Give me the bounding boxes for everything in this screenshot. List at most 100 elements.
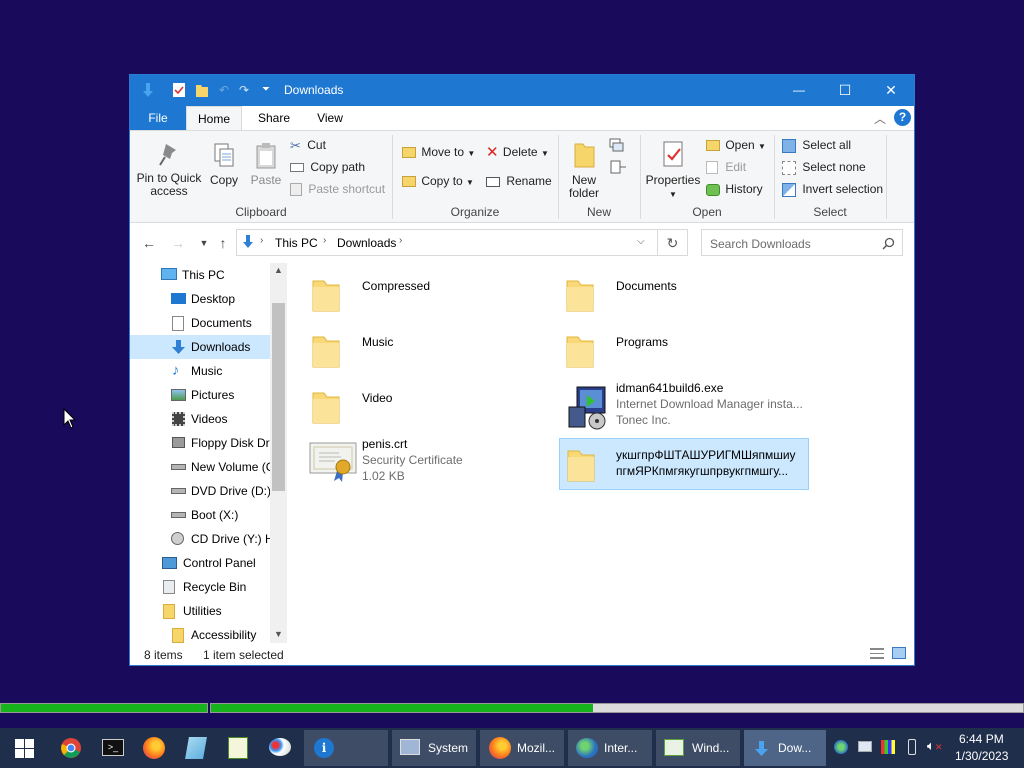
paint-pinned[interactable]	[260, 728, 300, 768]
file-item-folder[interactable]: Music	[307, 325, 547, 377]
close-button[interactable]: ✕	[868, 75, 914, 106]
maximize-button[interactable]: ☐	[822, 75, 868, 106]
easy-access-button[interactable]	[608, 159, 630, 177]
copy-to-button[interactable]: Copy to ▼	[402, 171, 474, 191]
tab-share[interactable]: Share	[244, 106, 304, 130]
file-item-certificate[interactable]: penis.crt Security Certificate 1.02 KB	[307, 437, 547, 491]
nav-videos[interactable]: Videos	[130, 407, 270, 431]
pin-quick-access-button[interactable]: Pin to Quick access	[136, 141, 202, 198]
title-bar[interactable]: ↶ ↷ ⏷ Downloads — ☐ ✕	[130, 75, 914, 106]
nav-boot[interactable]: Boot (X:)	[130, 503, 270, 527]
copy-path-button[interactable]: Copy path	[290, 157, 365, 177]
search-box[interactable]: Search Downloads	[701, 229, 903, 256]
taskbar-app-system[interactable]: System	[392, 730, 476, 766]
taskbar-app-firefox[interactable]: Mozil...	[480, 730, 564, 766]
forward-button[interactable]: →	[168, 233, 188, 253]
back-button[interactable]: ←	[139, 233, 159, 253]
properties-icon[interactable]	[171, 82, 187, 98]
paste-shortcut-button[interactable]: Paste shortcut	[290, 179, 385, 199]
address-bar[interactable]: › This PC › Downloads › ⌵	[236, 229, 658, 256]
copy-to-icon	[402, 176, 416, 188]
nav-new-volume[interactable]: New Volume (C	[130, 455, 270, 479]
clock-time[interactable]: 6:44 PM	[959, 732, 1004, 746]
clock-date[interactable]: 1/30/2023	[955, 749, 1008, 763]
nav-label: Desktop	[191, 292, 236, 306]
nav-accessibility[interactable]: Accessibility	[130, 623, 270, 643]
usb-tray-icon[interactable]	[908, 739, 916, 755]
nav-dvd-drive[interactable]: DVD Drive (D:)	[130, 479, 270, 503]
move-to-button[interactable]: Move to ▼	[402, 142, 475, 162]
network-tray-icon[interactable]	[834, 740, 848, 754]
file-item-folder[interactable]: Documents	[561, 269, 801, 321]
collapse-ribbon-icon[interactable]: ︿	[874, 110, 886, 127]
taskbar-app-downloads[interactable]: Dow...	[744, 730, 826, 766]
nav-recycle-bin[interactable]: Recycle Bin	[130, 575, 270, 599]
new-folder-icon[interactable]	[194, 82, 210, 98]
nav-this-pc[interactable]: This PC	[130, 263, 270, 287]
up-button[interactable]: ↑	[213, 233, 233, 253]
file-item-exe[interactable]: idman641build6.exe Internet Download Man…	[561, 381, 811, 435]
cut-button[interactable]: ✂ Cut	[290, 135, 326, 155]
navigation-scrollbar[interactable]: ▲ ▼	[270, 263, 287, 643]
volume-muted-icon[interactable]: 🔈︎✕	[927, 738, 942, 754]
editor-pinned[interactable]	[218, 728, 258, 768]
invert-selection-button[interactable]: Invert selection	[782, 179, 883, 199]
details-view-icon[interactable]	[870, 648, 884, 659]
properties-button[interactable]: Properties ▼	[644, 139, 702, 201]
select-all-button[interactable]: Select all	[782, 135, 851, 155]
scroll-up-icon[interactable]: ▲	[274, 265, 283, 275]
nav-floppy-disk[interactable]: Floppy Disk Dri	[130, 431, 270, 455]
taskbar-app-windows[interactable]: Wind...	[656, 730, 740, 766]
taskbar-app-idm[interactable]: Inter...	[568, 730, 652, 766]
customize-toolbar-icon[interactable]: ⏷	[258, 82, 274, 98]
tab-view[interactable]: View	[304, 106, 356, 130]
breadcrumb-this-pc[interactable]: This PC	[275, 236, 318, 250]
large-icons-view-icon[interactable]	[892, 647, 906, 659]
rename-button[interactable]: Rename	[486, 171, 552, 191]
history-button[interactable]: History	[706, 179, 763, 199]
start-button[interactable]	[0, 728, 48, 768]
file-item-folder[interactable]: Video	[307, 381, 547, 433]
tab-file[interactable]: File	[130, 106, 186, 130]
mouse-cursor	[63, 408, 77, 429]
edit-button[interactable]: Edit	[706, 157, 746, 177]
select-none-button[interactable]: Select none	[782, 157, 866, 177]
undo-icon[interactable]: ↶	[216, 82, 232, 98]
scroll-down-icon[interactable]: ▼	[274, 629, 283, 639]
paste-button[interactable]: Paste	[246, 141, 286, 187]
display-tray-icon[interactable]	[858, 741, 872, 752]
firefox-pinned[interactable]	[134, 728, 174, 768]
idm-icon	[576, 738, 598, 758]
delete-button[interactable]: ✕ Delete ▼	[486, 142, 549, 162]
nav-cd-drive[interactable]: CD Drive (Y:) H	[130, 527, 270, 551]
file-item-folder[interactable]: Programs	[561, 325, 801, 377]
nav-utilities[interactable]: Utilities	[130, 599, 270, 623]
new-item-button[interactable]	[608, 137, 630, 155]
nav-downloads[interactable]: Downloads	[130, 335, 270, 359]
scrollbar-thumb[interactable]	[272, 303, 285, 491]
tab-home[interactable]: Home	[186, 106, 242, 130]
download-arrow-icon	[243, 235, 253, 248]
nav-music[interactable]: ♪ Music	[130, 359, 270, 383]
redo-icon[interactable]: ↷	[236, 82, 252, 98]
terminal-pinned[interactable]: >_	[92, 728, 132, 768]
open-button[interactable]: Open ▼	[706, 135, 766, 155]
recent-locations-button[interactable]: ▼	[194, 233, 214, 253]
nav-pictures[interactable]: Pictures	[130, 383, 270, 407]
chrome-pinned[interactable]	[52, 728, 90, 768]
nav-desktop[interactable]: Desktop	[130, 287, 270, 311]
refresh-button[interactable]: ↻	[658, 229, 688, 256]
help-icon[interactable]: ?	[894, 109, 911, 126]
taskbar-app-info[interactable]: i	[304, 730, 388, 766]
new-folder-button[interactable]: New folder	[562, 139, 606, 200]
file-item-folder-selected[interactable]: укшгпрФШТАШУРИГМШяпмшиу пгмЯРКпмгякугшпр…	[559, 438, 809, 490]
nav-control-panel[interactable]: Control Panel	[130, 551, 270, 575]
breadcrumb-downloads[interactable]: Downloads	[337, 236, 396, 250]
copy-button[interactable]: Copy	[204, 141, 244, 187]
minimize-button[interactable]: —	[776, 75, 822, 106]
nav-documents[interactable]: Documents	[130, 311, 270, 335]
color-tray-icon[interactable]	[881, 740, 895, 754]
file-item-folder[interactable]: Compressed	[307, 269, 547, 321]
notepad-pinned[interactable]	[176, 728, 216, 768]
address-dropdown-icon[interactable]: ⌵	[637, 236, 645, 247]
